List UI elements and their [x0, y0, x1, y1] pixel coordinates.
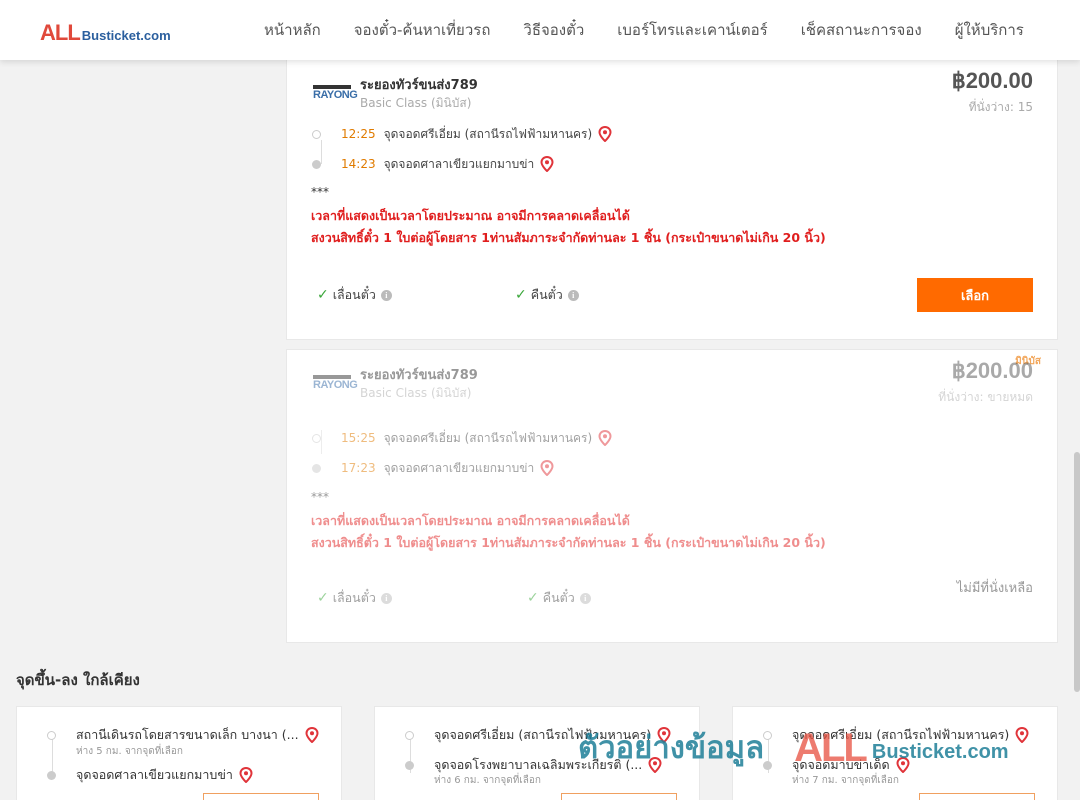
trip-price: ฿200.00	[951, 68, 1033, 93]
arrival-place: จุดจอดศาลาเขียวแยกมาบข่า	[383, 156, 535, 171]
nearby-to-stop: จุดจอดศาลาเขียวแยกมาบข่า	[47, 765, 253, 785]
map-pin-icon[interactable]	[239, 767, 253, 783]
seats-available: ที่นั่งว่าง: 15	[968, 100, 1033, 114]
arrival-dot-icon	[312, 159, 321, 169]
nearby-to-name: จุดจอดศาลาเขียวแยกมาบข่า	[76, 767, 233, 782]
nearby-from-stop: สถานีเดินรถโดยสารขนาดเล็ก บางนา (...	[47, 725, 319, 745]
departure-dot-icon	[312, 433, 321, 443]
main-nav: หน้าหลัก จองตั๋ว-ค้นหาเที่ยวรถ วิธีจองตั…	[264, 20, 1057, 40]
trip-note-luggage: สงวนสิทธิ์ตั๋ว 1 ใบต่อผู้โดยสาร 1ท่านสัม…	[311, 230, 826, 245]
nearby-stops-title: จุดขึ้น-ลง ใกล้เคียง	[16, 671, 140, 689]
select-trip-button[interactable]: เลือก	[917, 278, 1033, 312]
map-pin-icon[interactable]	[540, 460, 554, 476]
arrival-time: 17:23	[341, 461, 376, 475]
check-icon: ✓	[317, 287, 329, 303]
nearby-select-button[interactable]	[203, 793, 319, 800]
trip-card: RAYONG ระยองทัวร์ขนส่ง789 Basic Class (ม…	[286, 60, 1058, 340]
trip-card-soldout: มินิบัส RAYONG ระยองทัวร์ขนส่ง789 Basic …	[286, 349, 1058, 643]
map-pin-icon[interactable]	[1015, 727, 1029, 743]
bus-class: Basic Class (มินิบัส)	[360, 96, 472, 110]
nearby-to-distance: ห่าง 6 กม. จากจุดที่เลือก	[434, 775, 541, 786]
departure-dot-icon	[47, 730, 56, 740]
arrival-stop: 17:23 จุดจอดศาลาเขียวแยกมาบข่า	[312, 458, 554, 478]
nav-check-booking[interactable]: เช็คสถานะการจอง	[801, 20, 922, 40]
nav-operators[interactable]: ผู้ให้บริการ	[955, 20, 1024, 40]
nearby-route-card[interactable]: สถานีเดินรถโดยสารขนาดเล็ก บางนา (... ห่า…	[16, 706, 342, 800]
map-pin-icon[interactable]	[598, 126, 612, 142]
refund-ticket-option: ✓ คืนตั๋ว i	[515, 285, 579, 305]
page-scrollbar[interactable]	[1074, 452, 1080, 692]
nav-book-search[interactable]: จองตั๋ว-ค้นหาเที่ยวรถ	[354, 20, 491, 40]
trip-note-luggage: สงวนสิทธิ์ตั๋ว 1 ใบต่อผู้โดยสาร 1ท่านสัม…	[311, 535, 826, 550]
info-icon[interactable]: i	[380, 289, 392, 301]
arrival-time: 14:23	[341, 157, 376, 171]
trip-note-time: เวลาที่แสดงเป็นเวลาโดยประมาณ อาจมีการคลา…	[311, 513, 630, 528]
operator-name: ระยองทัวร์ขนส่ง789	[360, 368, 478, 383]
trip-note-time: เวลาที่แสดงเป็นเวลาโดยประมาณ อาจมีการคลา…	[311, 208, 630, 223]
nearby-from-name: สถานีเดินรถโดยสารขนาดเล็ก บางนา (...	[76, 727, 299, 742]
trip-stars: ***	[311, 185, 329, 199]
nearby-from-distance: ห่าง 5 กม. จากจุดที่เลือก	[76, 746, 183, 757]
logo-all-text: ALL	[40, 20, 81, 45]
departure-time: 12:25	[341, 127, 376, 141]
site-logo[interactable]: ALL Busticket.com	[40, 20, 171, 44]
info-icon[interactable]: i	[567, 289, 579, 301]
map-pin-icon[interactable]	[598, 430, 612, 446]
info-icon[interactable]: i	[380, 592, 392, 604]
sample-data-watermark: ตัวอย่างข้อมูล ALL Busticket.com	[578, 726, 1009, 770]
departure-dot-icon	[312, 129, 321, 139]
departure-time: 15:25	[341, 431, 376, 445]
arrival-dot-icon	[312, 463, 321, 473]
arrival-dot-icon	[405, 760, 414, 770]
nearby-select-button[interactable]	[919, 793, 1035, 800]
map-pin-icon[interactable]	[540, 156, 554, 172]
nav-how-to-book[interactable]: วิธีจองตั๋ว	[523, 20, 584, 40]
departure-place: จุดจอดศรีเอี่ยม (สถานีรถไฟฟ้ามหานคร)	[383, 126, 593, 141]
departure-stop: 12:25 จุดจอดศรีเอี่ยม (สถานีรถไฟฟ้ามหานค…	[312, 124, 612, 144]
operator-logo: RAYONG	[313, 83, 358, 103]
no-seats-left-label: ไม่มีที่นั่งเหลือ	[956, 581, 1033, 596]
operator-name: ระยองทัวร์ขนส่ง789	[360, 78, 478, 93]
seats-available: ที่นั่งว่าง: ขายหมด	[938, 390, 1033, 404]
logo-busticket-text: Busticket.com	[81, 28, 171, 43]
nav-home[interactable]: หน้าหลัก	[264, 20, 321, 40]
departure-dot-icon	[405, 730, 414, 740]
departure-place: จุดจอดศรีเอี่ยม (สถานีรถไฟฟ้ามหานคร)	[383, 430, 593, 445]
bus-class: Basic Class (มินิบัส)	[360, 386, 472, 400]
site-header: ALL Busticket.com หน้าหลัก จองตั๋ว-ค้นหา…	[0, 0, 1080, 60]
nearby-to-distance: ห่าง 7 กม. จากจุดที่เลือก	[792, 775, 899, 786]
check-icon: ✓	[317, 590, 329, 606]
map-pin-icon[interactable]	[305, 727, 319, 743]
operator-logo: RAYONG	[313, 373, 358, 393]
check-icon: ✓	[527, 590, 539, 606]
arrival-dot-icon	[47, 770, 56, 780]
trip-content-faded: RAYONG ระยองทัวร์ขนส่ง789 Basic Class (ม…	[287, 350, 1057, 642]
arrival-stop: 14:23 จุดจอดศาลาเขียวแยกมาบข่า	[312, 154, 554, 174]
change-ticket-option: ✓ เลื่อนตั๋ว i	[317, 285, 392, 305]
info-icon[interactable]: i	[579, 592, 591, 604]
check-icon: ✓	[515, 287, 527, 303]
departure-stop: 15:25 จุดจอดศรีเอี่ยม (สถานีรถไฟฟ้ามหานค…	[312, 428, 612, 448]
refund-ticket-option: ✓ คืนตั๋ว i	[527, 588, 591, 608]
arrival-place: จุดจอดศาลาเขียวแยกมาบข่า	[383, 460, 535, 475]
nav-phone-counter[interactable]: เบอร์โทรและเคาน์เตอร์	[617, 20, 767, 40]
trip-stars: ***	[311, 490, 329, 504]
trip-price: ฿200.00	[951, 358, 1033, 383]
nearby-select-button[interactable]	[561, 793, 677, 800]
change-ticket-option: ✓ เลื่อนตั๋ว i	[317, 588, 392, 608]
